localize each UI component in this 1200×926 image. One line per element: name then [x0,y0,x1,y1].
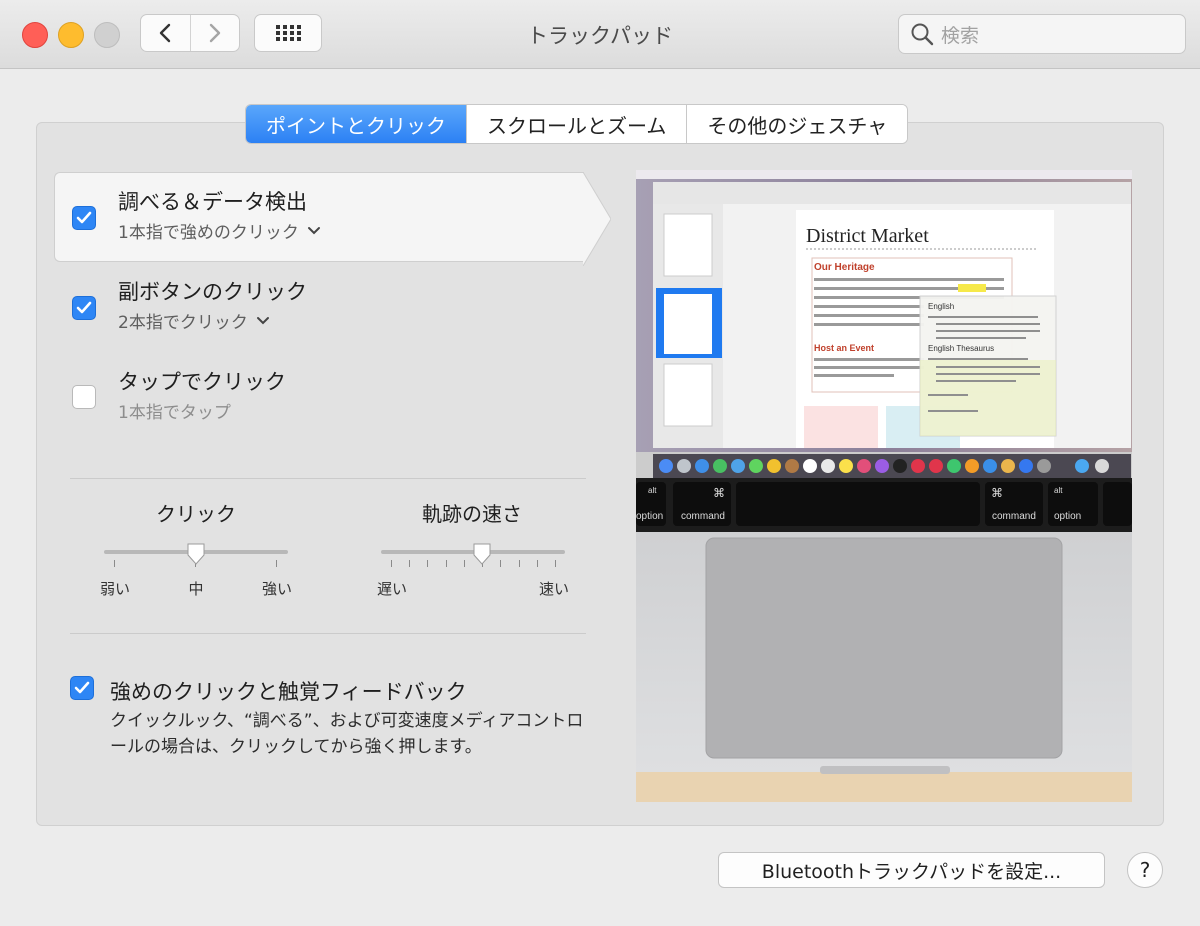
secondary-click-checkbox[interactable] [72,296,96,320]
checkmark-icon [76,211,92,224]
speed-tick [555,560,556,567]
checkmark-icon [76,301,92,314]
preferences-window: トラックパッド 検索 ポイントとクリック スクロールとズーム その他のジェスチャ… [0,0,1200,926]
lookup-gesture-popup[interactable]: 1本指で強めのクリック [118,218,321,243]
secondary-click-label: 副ボタンのクリック [118,280,307,304]
lookup-label: 調べる＆データ検出 [118,190,307,214]
preview-key-command-left: command [681,511,725,522]
click-label-firm: 強い [261,580,292,598]
force-click-checkbox[interactable] [70,676,94,700]
setup-bluetooth-trackpad-button[interactable]: Bluetoothトラックパッドを設定... [718,852,1105,888]
tracking-speed-title: 軌跡の速さ [422,502,522,526]
speed-tick [427,560,429,567]
click-slider-title: クリック [156,502,236,526]
divider [70,478,586,479]
divider [70,633,586,634]
tab-scroll-and-zoom[interactable]: スクロールとズーム [466,105,687,143]
speed-tick [463,560,465,567]
preview-key-option-right: option [1054,511,1081,522]
preview-heading-heritage: Our Heritage [814,262,875,273]
preview-key-alt-right: alt [1054,486,1063,495]
search-icon [911,23,934,46]
preview-key-option-left: option [636,511,663,522]
gesture-preview-video: District Market Our Heritage Host an Eve… [636,170,1132,802]
chevron-down-icon [256,316,269,324]
tap-to-click-sub: 1本指でタップ [118,403,231,423]
click-tick [114,560,115,567]
help-button[interactable]: ? [1127,852,1163,888]
checkmark-icon [74,681,90,694]
force-click-description: クイックルック、“調べる”、および可変速度メディアコントロールの場合は、クリック… [110,711,584,757]
speed-label-fast: 速い [538,580,569,598]
tracking-speed-knob[interactable] [472,543,492,565]
tap-to-click-checkbox[interactable] [72,385,96,409]
speed-tick [391,560,392,567]
preview-popup-lang: English [928,302,954,311]
tap-to-click-label: タップでクリック [118,370,286,394]
speed-tick [445,560,447,567]
preview-cmd-symbol-right: ⌘ [991,486,1003,500]
lookup-checkbox[interactable] [72,206,96,230]
search-placeholder: 検索 [941,24,980,47]
speed-tick [536,560,538,567]
title-bar: トラックパッド 検索 [0,0,1200,69]
macbook-illustration: District Market Our Heritage Host an Eve… [636,170,1132,802]
lookup-gesture-value: 1本指で強めのクリック [118,223,299,243]
secondary-click-value: 2本指でクリック [118,313,248,333]
search-field[interactable]: 検索 [898,14,1186,54]
force-click-label: 強めのクリックと触覚フィードバック [110,680,467,704]
speed-label-slow: 遅い [376,580,407,598]
speed-tick [500,560,502,567]
click-label-light: 弱い [99,580,130,598]
preview-heading-event: Host an Event [814,343,874,353]
preview-cmd-symbol-left: ⌘ [713,486,725,500]
secondary-click-popup[interactable]: 2本指でクリック [118,308,270,333]
click-label-medium: 中 [188,580,204,598]
tab-more-gestures[interactable]: その他のジェスチャ [686,105,908,143]
speed-tick [409,560,411,567]
click-tick [276,560,277,567]
preview-key-command-right: command [992,511,1036,522]
tab-bar: ポイントとクリック スクロールとズーム その他のジェスチャ [245,104,909,144]
tab-point-and-click[interactable]: ポイントとクリック [246,105,466,143]
preview-popup-thesaurus: English Thesaurus [928,344,994,353]
preview-doc-title: District Market [806,225,929,247]
speed-tick [518,560,520,567]
click-slider-knob[interactable] [186,543,206,565]
chevron-down-icon [307,226,320,234]
selection-arrow [583,172,611,266]
preview-key-alt-left: alt [648,486,657,495]
